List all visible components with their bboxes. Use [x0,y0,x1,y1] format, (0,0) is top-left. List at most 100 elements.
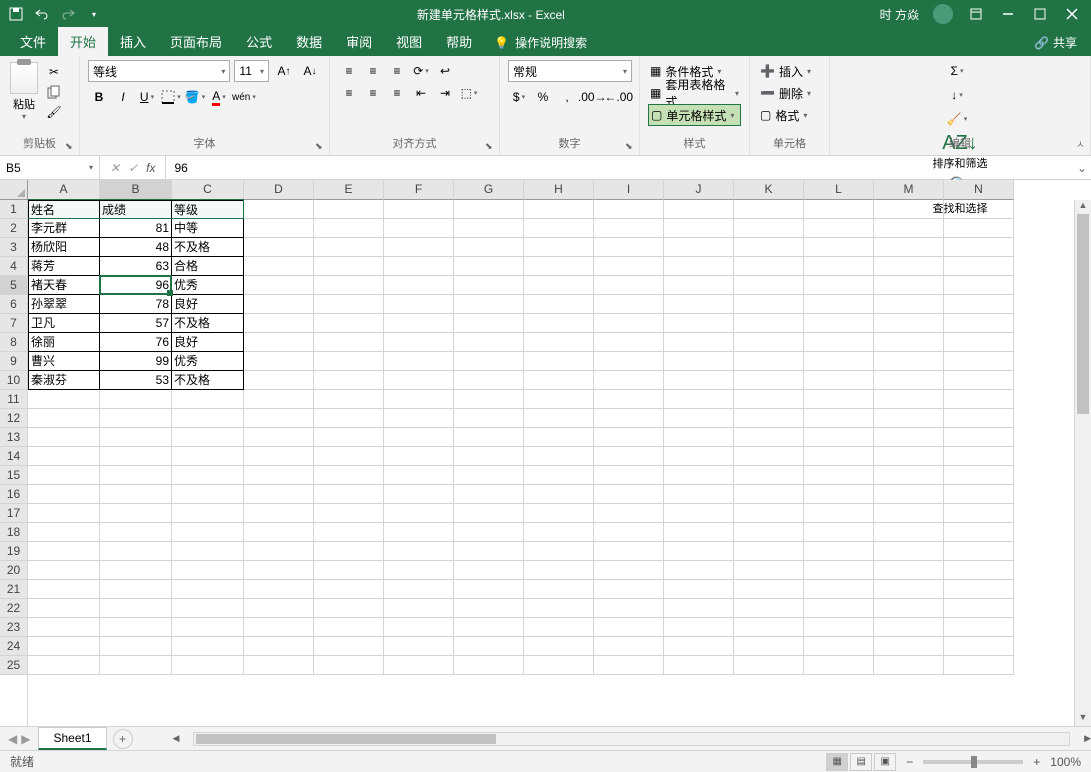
qat-customize-icon[interactable]: ▾ [86,6,102,22]
cell-K12[interactable] [734,409,804,428]
cell-I1[interactable] [594,200,664,219]
cell-H21[interactable] [524,580,594,599]
cell-K4[interactable] [734,257,804,276]
cell-K13[interactable] [734,428,804,447]
column-header-D[interactable]: D [244,180,314,200]
row-header-7[interactable]: 7 [0,314,27,333]
cell-F13[interactable] [384,428,454,447]
cell-K17[interactable] [734,504,804,523]
cell-E20[interactable] [314,561,384,580]
cell-K16[interactable] [734,485,804,504]
row-header-17[interactable]: 17 [0,504,27,523]
cell-M11[interactable] [874,390,944,409]
cell-B13[interactable] [100,428,172,447]
column-header-I[interactable]: I [594,180,664,200]
cell-K9[interactable] [734,352,804,371]
cell-D18[interactable] [244,523,314,542]
cell-H23[interactable] [524,618,594,637]
cell-E11[interactable] [314,390,384,409]
cell-I11[interactable] [594,390,664,409]
cell-D22[interactable] [244,599,314,618]
fill-button[interactable]: ↓ [838,84,1076,106]
cell-M2[interactable] [874,219,944,238]
cell-J21[interactable] [664,580,734,599]
cell-J19[interactable] [664,542,734,561]
cell-K21[interactable] [734,580,804,599]
cell-G22[interactable] [454,599,524,618]
cell-F16[interactable] [384,485,454,504]
tab-view[interactable]: 视图 [384,27,434,56]
cell-F2[interactable] [384,219,454,238]
cell-B1[interactable]: 成绩 [100,200,172,219]
cell-L13[interactable] [804,428,874,447]
cell-N4[interactable] [944,257,1014,276]
number-format-select[interactable]: 常规▾ [508,60,632,82]
align-middle-button[interactable]: ≡ [362,60,384,82]
format-painter-button[interactable]: 🖌 [44,103,64,121]
cell-B19[interactable] [100,542,172,561]
cell-L15[interactable] [804,466,874,485]
cell-E18[interactable] [314,523,384,542]
cell-A3[interactable]: 杨欣阳 [28,238,100,257]
cell-K5[interactable] [734,276,804,295]
cell-A10[interactable]: 秦淑芬 [28,371,100,390]
clipboard-launcher[interactable]: ⬊ [65,141,77,153]
cell-M7[interactable] [874,314,944,333]
cell-N14[interactable] [944,447,1014,466]
cell-I8[interactable] [594,333,664,352]
cell-N17[interactable] [944,504,1014,523]
cell-styles-button[interactable]: ▢单元格样式▾ [648,104,741,126]
cell-C21[interactable] [172,580,244,599]
cell-I3[interactable] [594,238,664,257]
cell-C2[interactable]: 中等 [172,219,244,238]
cell-M4[interactable] [874,257,944,276]
cell-K7[interactable] [734,314,804,333]
cell-J5[interactable] [664,276,734,295]
cell-C1[interactable]: 等级 [172,200,244,219]
cell-J18[interactable] [664,523,734,542]
cell-G3[interactable] [454,238,524,257]
cell-G2[interactable] [454,219,524,238]
cell-H2[interactable] [524,219,594,238]
cell-J6[interactable] [664,295,734,314]
column-header-K[interactable]: K [734,180,804,200]
cell-L12[interactable] [804,409,874,428]
cell-C18[interactable] [172,523,244,542]
row-header-15[interactable]: 15 [0,466,27,485]
cell-K24[interactable] [734,637,804,656]
cell-F4[interactable] [384,257,454,276]
cell-H25[interactable] [524,656,594,675]
cell-A17[interactable] [28,504,100,523]
cell-C12[interactable] [172,409,244,428]
cell-F1[interactable] [384,200,454,219]
cell-M21[interactable] [874,580,944,599]
format-cells-button[interactable]: ▢格式▾ [758,104,821,126]
cell-K3[interactable] [734,238,804,257]
cell-C19[interactable] [172,542,244,561]
row-header-23[interactable]: 23 [0,618,27,637]
cell-F20[interactable] [384,561,454,580]
cell-L16[interactable] [804,485,874,504]
cell-J13[interactable] [664,428,734,447]
cell-C24[interactable] [172,637,244,656]
cell-I20[interactable] [594,561,664,580]
cell-N10[interactable] [944,371,1014,390]
cell-I5[interactable] [594,276,664,295]
cell-H19[interactable] [524,542,594,561]
cell-A11[interactable] [28,390,100,409]
cell-D17[interactable] [244,504,314,523]
cell-I2[interactable] [594,219,664,238]
cell-G21[interactable] [454,580,524,599]
cell-E7[interactable] [314,314,384,333]
cell-C17[interactable] [172,504,244,523]
cell-F3[interactable] [384,238,454,257]
cell-I18[interactable] [594,523,664,542]
cell-G23[interactable] [454,618,524,637]
cell-C20[interactable] [172,561,244,580]
cell-M3[interactable] [874,238,944,257]
table-format-button[interactable]: ▦套用表格格式▾ [648,82,741,104]
tab-review[interactable]: 审阅 [334,27,384,56]
cell-D3[interactable] [244,238,314,257]
row-header-3[interactable]: 3 [0,238,27,257]
cell-C9[interactable]: 优秀 [172,352,244,371]
